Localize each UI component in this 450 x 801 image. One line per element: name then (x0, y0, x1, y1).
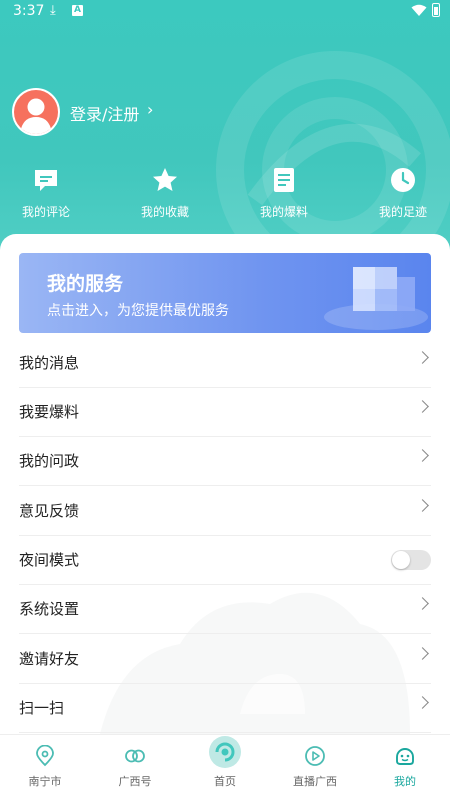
login-register-link[interactable]: 登录/注册 (70, 101, 139, 125)
menu-row-scan[interactable]: 扫一扫 (19, 683, 431, 733)
menu-row-inquiries[interactable]: 我的问政 (19, 436, 431, 486)
menu-row-feedback[interactable]: 意见反馈 (19, 486, 431, 536)
link-icon (125, 749, 145, 763)
quick-label: 我的收藏 (140, 205, 189, 219)
status-time: 3:37 (13, 3, 45, 19)
chevron-right-icon (416, 597, 429, 610)
night-mode-toggle[interactable] (391, 550, 431, 570)
quick-label: 我的评论 (21, 205, 70, 219)
avatar-person-icon (20, 98, 52, 134)
wifi-icon (411, 4, 427, 16)
quick-label: 我的足迹 (378, 205, 427, 219)
menu-label: 扫一扫 (19, 699, 65, 717)
tab-guangxi-hao[interactable]: 广西号 (90, 735, 180, 801)
menu-row-report[interactable]: 我要爆料 (19, 387, 431, 437)
quick-my-history[interactable]: 我的足迹 (363, 166, 443, 220)
tab-label: 首页 (214, 775, 236, 788)
tab-live-guangxi[interactable]: 直播广西 (270, 735, 360, 801)
menu-label: 我的问政 (19, 452, 80, 470)
menu-row-settings[interactable]: 系统设置 (19, 584, 431, 634)
quick-my-comments[interactable]: 我的评论 (6, 166, 86, 220)
location-icon (36, 745, 54, 767)
menu-row-messages[interactable]: 我的消息 (19, 338, 431, 388)
bottom-tab-bar: 南宁市 广西号 首页 直播广西 我的 (0, 734, 450, 801)
tab-label: 广西号 (118, 775, 152, 788)
star-icon (151, 166, 179, 194)
chevron-right-icon (416, 449, 429, 462)
menu-label: 系统设置 (19, 600, 80, 618)
tab-nanning[interactable]: 南宁市 (0, 735, 90, 801)
quick-my-favorites[interactable]: 我的收藏 (125, 166, 205, 220)
chevron-right-icon (416, 647, 429, 660)
play-icon (305, 746, 325, 766)
menu-row-night-mode: 夜间模式 (19, 535, 431, 585)
download-icon: ⤓ (50, 3, 56, 18)
document-icon (270, 166, 298, 194)
menu-label: 邀请好友 (19, 650, 80, 668)
chevron-right-icon (416, 351, 429, 364)
tab-label: 南宁市 (28, 775, 62, 788)
chevron-right-icon[interactable]: › (147, 100, 153, 119)
menu-label: 意见反馈 (19, 502, 80, 520)
quick-label: 我的爆料 (259, 205, 308, 219)
avatar[interactable] (12, 88, 60, 136)
status-bar: 3:37 ⤓ A (0, 0, 450, 24)
banner-title: 我的服务 (47, 273, 124, 295)
my-services-banner[interactable]: 我的服务 点击进入，为您提供最优服务 (19, 253, 431, 333)
menu-row-invite-friends[interactable]: 邀请好友 (19, 634, 431, 684)
profile-header (0, 0, 450, 270)
menu-label: 夜间模式 (19, 551, 80, 569)
battery-icon (432, 3, 440, 17)
quick-my-reports[interactable]: 我的爆料 (244, 166, 324, 220)
cube-illustration-icon (324, 267, 428, 330)
tab-label: 直播广西 (293, 775, 337, 788)
home-logo-icon (209, 736, 241, 768)
notification-a-icon: A (72, 5, 83, 16)
tab-label: 我的 (394, 775, 416, 788)
tab-home[interactable]: 首页 (180, 735, 270, 801)
menu-label: 我要爆料 (19, 403, 80, 421)
comment-icon (32, 166, 60, 194)
chevron-right-icon (416, 400, 429, 413)
clock-icon (389, 166, 417, 194)
tab-mine[interactable]: 我的 (360, 735, 450, 801)
banner-subtitle: 点击进入，为您提供最优服务 (47, 303, 229, 319)
menu-label: 我的消息 (19, 354, 80, 372)
toggle-knob (392, 551, 410, 569)
profile-icon (396, 748, 414, 765)
chevron-right-icon (416, 499, 429, 512)
chevron-right-icon (416, 696, 429, 709)
